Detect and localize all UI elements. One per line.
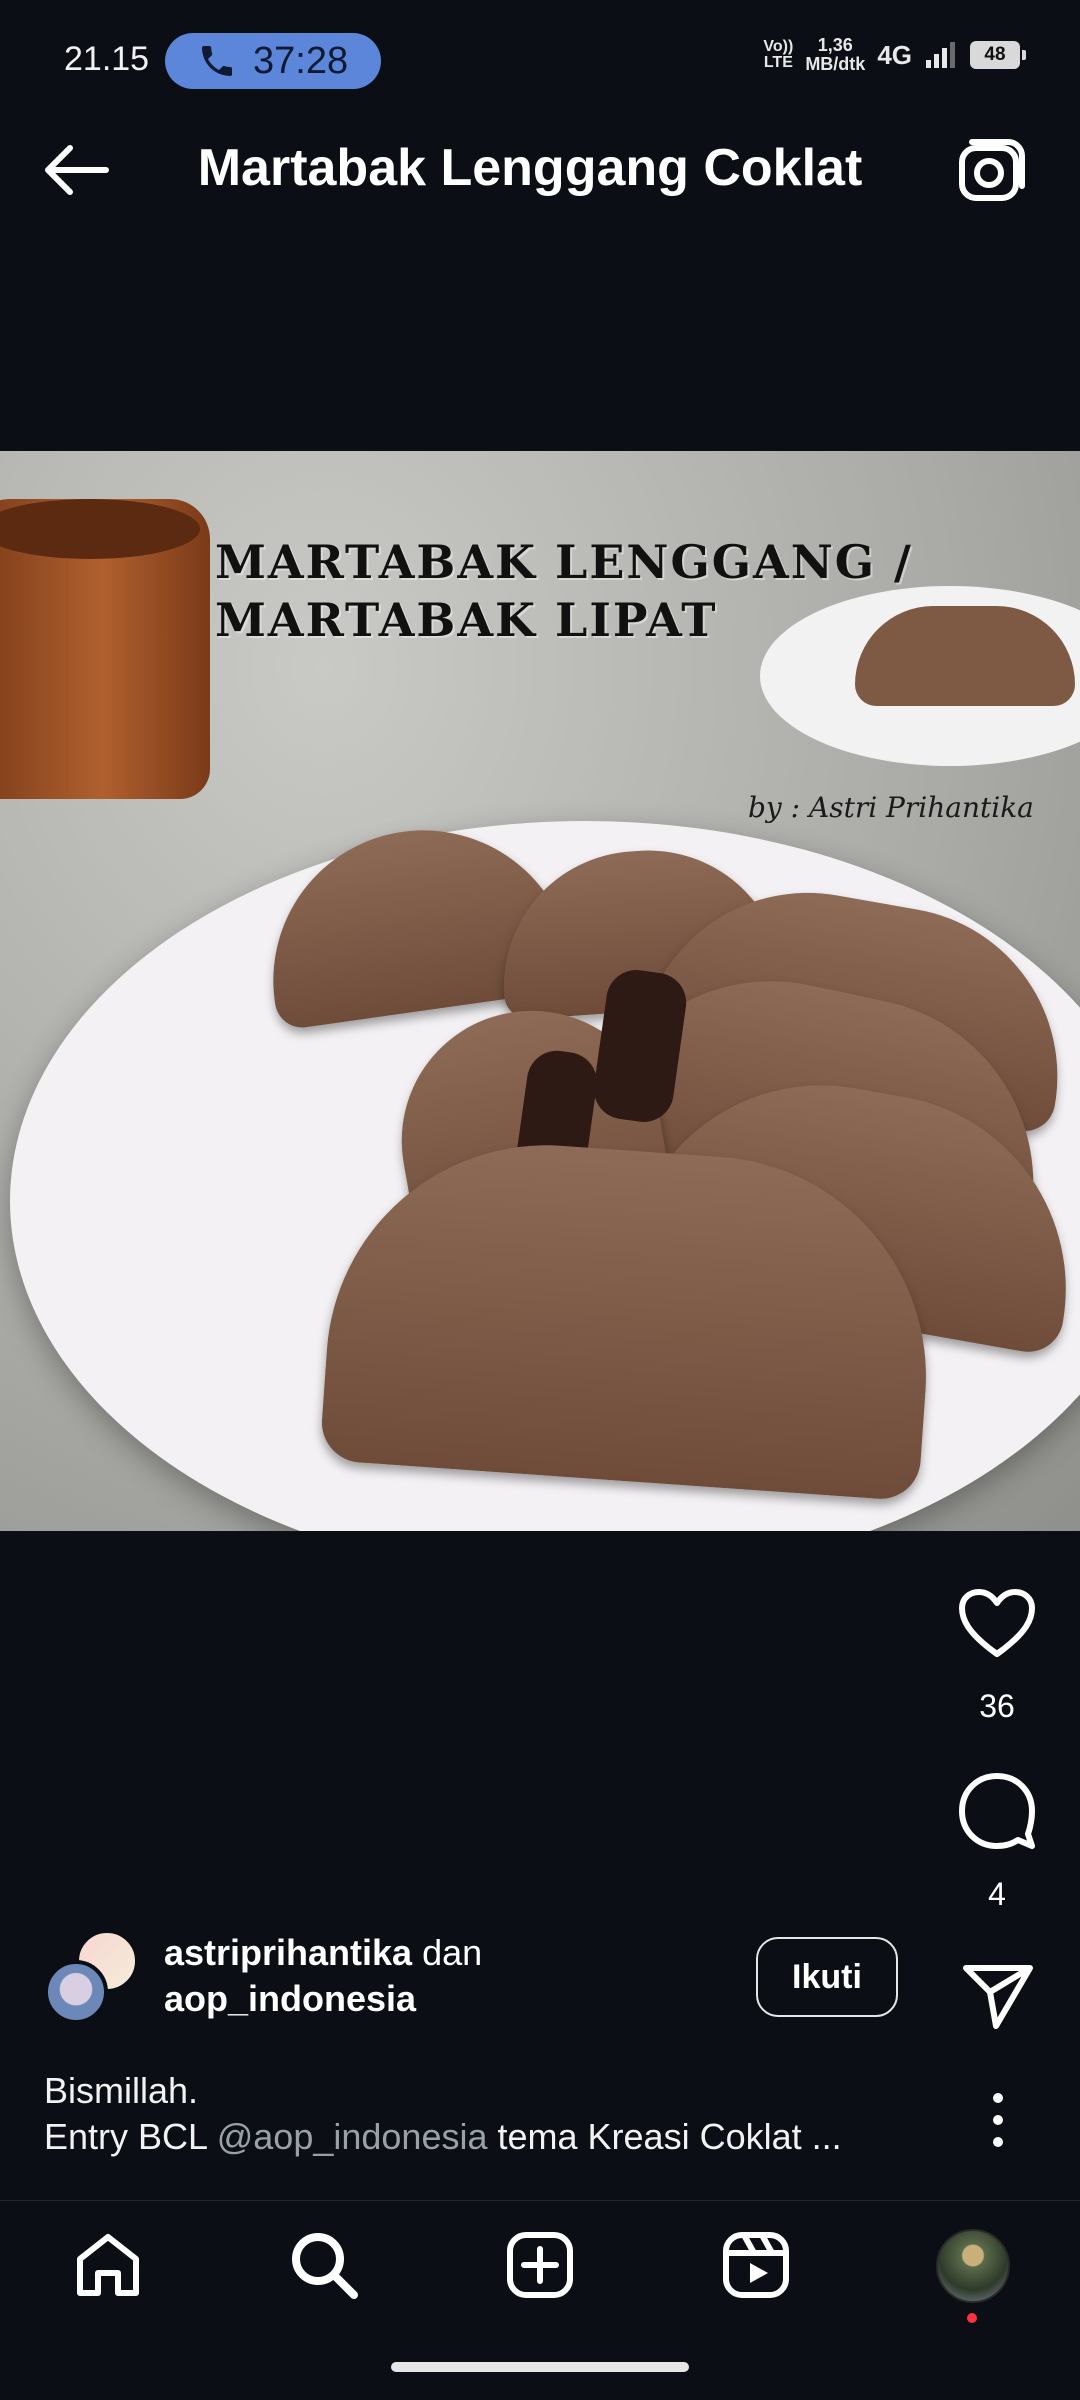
screen: 21.15 37:28 Vo)) LTE 1,36 MB/dtk 4G 48 M… bbox=[0, 0, 1080, 2400]
post-caption[interactable]: Bismillah. Entry BCL @aop_indonesia tema… bbox=[44, 2068, 904, 2160]
page-title: Martabak Lenggang Coklat bbox=[197, 139, 863, 197]
cup-graphic bbox=[0, 499, 210, 799]
network-speed-unit: MB/dtk bbox=[805, 54, 866, 74]
author-conjunction: dan bbox=[422, 1932, 483, 1973]
battery-indicator: 48 bbox=[970, 41, 1026, 69]
create-icon[interactable] bbox=[504, 2229, 576, 2301]
heart-icon[interactable] bbox=[958, 1588, 1036, 1660]
signal-icon bbox=[926, 42, 955, 68]
caption-line: Bismillah. bbox=[44, 2070, 199, 2111]
author-name-secondary[interactable]: aop_indonesia bbox=[164, 1976, 482, 2022]
caption-mention[interactable]: @aop_indonesia bbox=[217, 2116, 488, 2157]
author-name-primary[interactable]: astriprihantika bbox=[164, 1932, 412, 1973]
post-image[interactable]: MARTABAK LENGGANG / MARTABAK LIPAT by : … bbox=[0, 451, 1080, 1531]
caption-line: Entry BCL @aop_indonesia tema Kreasi Cok… bbox=[44, 2114, 904, 2160]
call-timer: 37:28 bbox=[253, 39, 349, 82]
post-authors: astriprihantika dan aop_indonesia bbox=[164, 1930, 482, 2022]
network-speed-value: 1,36 bbox=[817, 35, 853, 55]
header: Martabak Lenggang Coklat bbox=[0, 110, 1080, 230]
avatar bbox=[44, 1960, 108, 2024]
status-indicators: Vo)) LTE 1,36 MB/dtk 4G 48 bbox=[763, 36, 1026, 74]
bottom-navigation bbox=[0, 2200, 1080, 2330]
notification-dot bbox=[967, 2313, 977, 2323]
search-icon[interactable] bbox=[288, 2229, 360, 2301]
reels-icon[interactable] bbox=[720, 2229, 792, 2301]
image-text-line: MARTABAK LIPAT bbox=[215, 593, 718, 647]
image-text-line: MARTABAK LENGGANG / bbox=[215, 535, 913, 589]
home-indicator[interactable] bbox=[391, 2362, 689, 2372]
status-time: 21.15 bbox=[64, 40, 150, 78]
author-avatars[interactable] bbox=[44, 1930, 144, 2030]
volte-indicator: Vo)) LTE bbox=[763, 38, 794, 71]
caption-text: Entry BCL bbox=[44, 2116, 217, 2157]
phone-icon bbox=[202, 46, 232, 76]
network-type: 4G bbox=[877, 39, 912, 70]
status-bar: 21.15 37:28 Vo)) LTE 1,36 MB/dtk 4G 48 bbox=[0, 0, 1080, 110]
more-vertical-icon[interactable] bbox=[978, 2090, 1018, 2150]
like-count[interactable]: 36 bbox=[940, 1688, 1054, 1725]
home-icon[interactable] bbox=[72, 2229, 144, 2301]
comment-icon[interactable] bbox=[958, 1772, 1036, 1850]
follow-button[interactable]: Ikuti bbox=[756, 1937, 898, 2017]
comment-count[interactable]: 4 bbox=[940, 1876, 1054, 1913]
profile-avatar[interactable] bbox=[936, 2229, 1010, 2303]
share-icon[interactable] bbox=[962, 1962, 1034, 2030]
caption-text: tema Kreasi Coklat ... bbox=[487, 2116, 842, 2157]
ongoing-call-pill[interactable]: 37:28 bbox=[165, 33, 381, 89]
image-credit: by : Astri Prihantika bbox=[748, 791, 1034, 824]
network-speed: 1,36 MB/dtk bbox=[805, 36, 865, 74]
camera-icon[interactable] bbox=[956, 134, 1028, 206]
image-text-overlay: MARTABAK LENGGANG / MARTABAK LIPAT bbox=[215, 533, 913, 649]
